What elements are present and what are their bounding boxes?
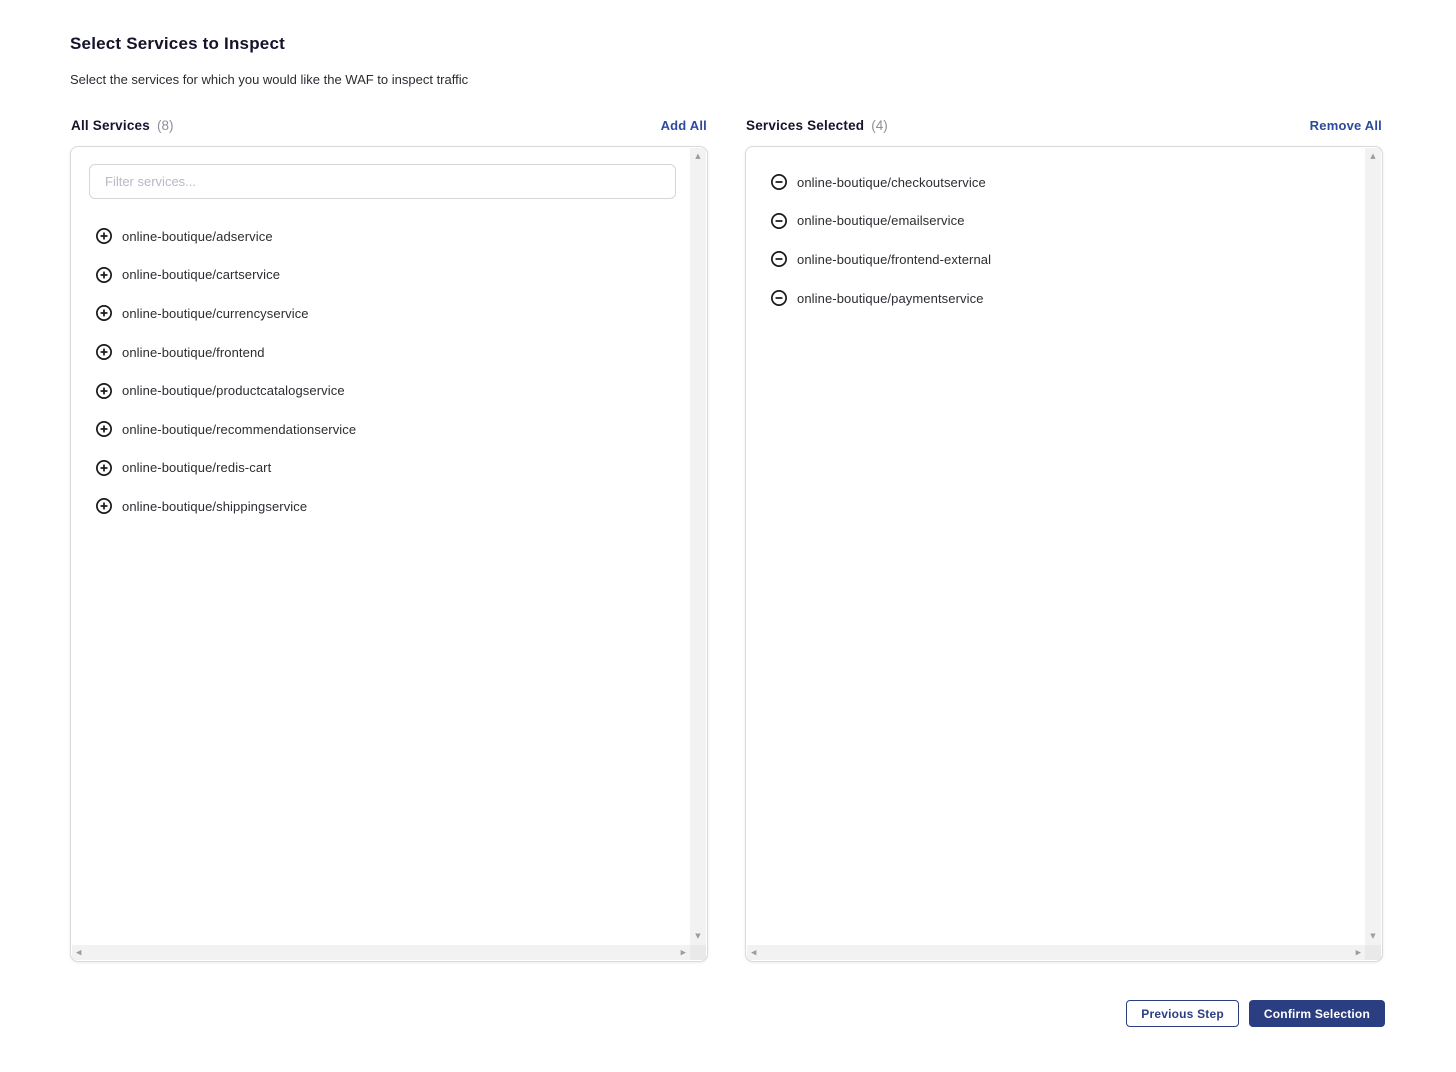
page-title: Select Services to Inspect — [70, 34, 1385, 54]
service-row-removable[interactable]: online-boutique/checkoutservice — [746, 163, 1365, 202]
minus-circle-icon[interactable] — [770, 250, 788, 268]
service-row-addable[interactable]: online-boutique/recommendationservice — [71, 410, 690, 449]
dual-list-container: All Services (8) Add All — [70, 118, 1385, 962]
service-name: online-boutique/checkoutservice — [797, 175, 986, 190]
selected-services-header: Services Selected (4) Remove All — [745, 118, 1383, 133]
service-name: online-boutique/frontend — [122, 345, 265, 360]
service-name: online-boutique/redis-cart — [122, 460, 271, 475]
service-name: online-boutique/cartservice — [122, 267, 280, 282]
service-row-addable[interactable]: online-boutique/redis-cart — [71, 449, 690, 488]
service-name: online-boutique/adservice — [122, 229, 273, 244]
all-services-title-group: All Services (8) — [71, 118, 173, 133]
plus-circle-icon[interactable] — [95, 497, 113, 515]
scroll-up-icon[interactable]: ▲ — [1370, 153, 1375, 160]
service-row-removable[interactable]: online-boutique/frontend-external — [746, 240, 1365, 279]
previous-step-button[interactable]: Previous Step — [1126, 1000, 1239, 1027]
service-name: online-boutique/currencyservice — [122, 306, 309, 321]
scroll-down-icon[interactable]: ▼ — [695, 933, 700, 940]
service-row-addable[interactable]: online-boutique/currencyservice — [71, 294, 690, 333]
plus-circle-icon[interactable] — [95, 420, 113, 438]
plus-circle-icon[interactable] — [95, 304, 113, 322]
all-services-list: online-boutique/adservice on — [71, 217, 690, 526]
scrollbar-corner — [1365, 945, 1381, 960]
scroll-down-icon[interactable]: ▼ — [1370, 933, 1375, 940]
add-all-button[interactable]: Add All — [661, 118, 707, 133]
service-name: online-boutique/emailservice — [797, 213, 965, 228]
minus-circle-icon[interactable] — [770, 289, 788, 307]
footer-actions: Previous Step Confirm Selection — [70, 1000, 1385, 1027]
service-row-addable[interactable]: online-boutique/productcatalogservice — [71, 371, 690, 410]
plus-circle-icon[interactable] — [95, 459, 113, 477]
service-name: online-boutique/recommendationservice — [122, 422, 356, 437]
selected-services-panel: online-boutique/checkoutservice online-b… — [745, 146, 1383, 962]
filter-services-input[interactable] — [89, 164, 676, 199]
service-name: online-boutique/paymentservice — [797, 291, 984, 306]
confirm-selection-button[interactable]: Confirm Selection — [1249, 1000, 1385, 1027]
scroll-right-icon[interactable]: ▶ — [1356, 949, 1361, 956]
horizontal-scrollbar[interactable]: ◀ ▶ — [747, 945, 1365, 960]
service-row-removable[interactable]: online-boutique/paymentservice — [746, 279, 1365, 318]
scroll-left-icon[interactable]: ◀ — [751, 949, 756, 956]
selected-services-column: Services Selected (4) Remove All — [745, 118, 1383, 962]
scrollbar-corner — [690, 945, 706, 960]
scroll-left-icon[interactable]: ◀ — [76, 949, 81, 956]
selected-services-list: online-boutique/checkoutservice online-b… — [746, 163, 1365, 317]
vertical-scrollbar[interactable]: ▲ ▼ — [690, 148, 706, 945]
vertical-scrollbar[interactable]: ▲ ▼ — [1365, 148, 1381, 945]
all-services-title: All Services — [71, 118, 150, 133]
minus-circle-icon[interactable] — [770, 212, 788, 230]
selected-services-title: Services Selected — [746, 118, 864, 133]
page-subtitle: Select the services for which you would … — [70, 72, 1385, 87]
plus-circle-icon[interactable] — [95, 343, 113, 361]
plus-circle-icon[interactable] — [95, 382, 113, 400]
all-services-panel: online-boutique/adservice on — [70, 146, 708, 962]
scroll-right-icon[interactable]: ▶ — [681, 949, 686, 956]
service-name: online-boutique/productcatalogservice — [122, 383, 345, 398]
selected-services-title-group: Services Selected (4) — [746, 118, 888, 133]
service-row-addable[interactable]: online-boutique/adservice — [71, 217, 690, 256]
scroll-up-icon[interactable]: ▲ — [695, 153, 700, 160]
service-row-removable[interactable]: online-boutique/emailservice — [746, 202, 1365, 241]
service-row-addable[interactable]: online-boutique/cartservice — [71, 256, 690, 295]
plus-circle-icon[interactable] — [95, 227, 113, 245]
all-services-count: (8) — [157, 118, 174, 133]
service-row-addable[interactable]: online-boutique/frontend — [71, 333, 690, 372]
minus-circle-icon[interactable] — [770, 173, 788, 191]
service-row-addable[interactable]: online-boutique/shippingservice — [71, 487, 690, 526]
remove-all-button[interactable]: Remove All — [1310, 118, 1382, 133]
all-services-header: All Services (8) Add All — [70, 118, 708, 133]
all-services-panel-body: online-boutique/adservice on — [71, 147, 690, 945]
selected-services-panel-body: online-boutique/checkoutservice online-b… — [746, 147, 1365, 945]
horizontal-scrollbar[interactable]: ◀ ▶ — [72, 945, 690, 960]
service-name: online-boutique/frontend-external — [797, 252, 991, 267]
service-name: online-boutique/shippingservice — [122, 499, 307, 514]
plus-circle-icon[interactable] — [95, 266, 113, 284]
all-services-column: All Services (8) Add All — [70, 118, 708, 962]
selected-services-count: (4) — [871, 118, 888, 133]
